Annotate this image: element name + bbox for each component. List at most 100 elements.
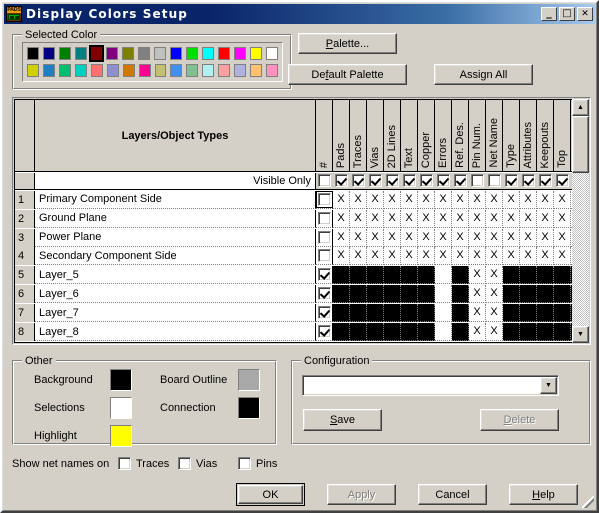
table-row-visible-checkbox[interactable] — [317, 268, 331, 282]
scroll-down-button[interactable]: ▼ — [572, 326, 589, 343]
visible-only-checkbox[interactable] — [539, 174, 552, 188]
table-cell[interactable]: X — [384, 209, 401, 228]
color-swatch[interactable] — [88, 62, 105, 79]
table-cell[interactable] — [367, 266, 384, 285]
color-swatch[interactable] — [216, 45, 233, 62]
table-cell[interactable] — [384, 304, 401, 323]
table-cell[interactable]: X — [418, 247, 435, 266]
minimize-button[interactable]: _ — [541, 7, 557, 21]
table-cell[interactable]: X — [503, 247, 520, 266]
color-swatch[interactable] — [40, 45, 57, 62]
layers-table-grid[interactable]: Layers/Object Types # Pads Traces Vias 2D Lin… — [15, 100, 588, 342]
visible-only-checkbox-cell[interactable] — [469, 172, 486, 190]
visible-only-checkbox-cell[interactable] — [350, 172, 367, 190]
color-swatch[interactable] — [56, 62, 73, 79]
visible-only-checkbox[interactable] — [556, 174, 569, 188]
visible-only-checkbox-cell[interactable] — [435, 172, 452, 190]
table-cell[interactable] — [503, 266, 520, 285]
net-names-vias-option[interactable]: Vias — [178, 457, 217, 470]
visible-only-checkbox[interactable] — [488, 174, 501, 188]
table-cell[interactable]: X — [350, 190, 367, 209]
table-cell[interactable]: X — [435, 228, 452, 247]
table-cell[interactable]: X — [486, 209, 503, 228]
visible-only-checkbox-cell[interactable] — [333, 172, 350, 190]
table-cell[interactable]: X — [503, 190, 520, 209]
table-row-visible-checkbox-cell[interactable] — [316, 190, 333, 209]
table-cell[interactable]: X — [401, 228, 418, 247]
table-cell[interactable]: X — [486, 304, 503, 323]
table-cell[interactable]: X — [486, 323, 503, 342]
visible-only-checkbox-cell[interactable] — [520, 172, 537, 190]
table-cell[interactable] — [435, 266, 452, 285]
color-swatch[interactable] — [136, 62, 153, 79]
color-swatch[interactable] — [72, 45, 89, 62]
table-row-name[interactable]: Secondary Component Side — [35, 247, 316, 266]
net-names-pins-checkbox[interactable] — [238, 457, 251, 470]
table-cell[interactable]: X — [486, 266, 503, 285]
table-cell[interactable] — [537, 304, 554, 323]
table-cell[interactable] — [520, 304, 537, 323]
table-cell[interactable]: X — [503, 209, 520, 228]
visible-only-checkbox[interactable] — [369, 174, 382, 188]
color-swatch[interactable] — [104, 62, 121, 79]
selections-color-button[interactable] — [110, 397, 132, 419]
color-swatch[interactable] — [200, 45, 217, 62]
table-cell[interactable] — [384, 285, 401, 304]
scrollbar-thumb[interactable] — [572, 116, 589, 173]
table-row-visible-checkbox-cell[interactable] — [316, 285, 333, 304]
table-cell[interactable]: X — [350, 247, 367, 266]
table-cell[interactable]: X — [520, 190, 537, 209]
table-cell[interactable]: X — [384, 190, 401, 209]
table-cell[interactable] — [452, 266, 469, 285]
color-swatch[interactable] — [152, 62, 169, 79]
table-cell[interactable] — [554, 304, 571, 323]
net-names-traces-checkbox[interactable] — [118, 457, 131, 470]
net-names-traces-option[interactable]: Traces — [118, 457, 169, 470]
table-cell[interactable]: X — [469, 266, 486, 285]
table-cell[interactable]: X — [333, 209, 350, 228]
color-swatch[interactable] — [104, 45, 121, 62]
color-swatch[interactable] — [56, 45, 73, 62]
palette-button[interactable]: Palette... — [298, 33, 397, 54]
table-cell[interactable]: X — [435, 190, 452, 209]
table-cell[interactable] — [452, 285, 469, 304]
board-outline-color-button[interactable] — [238, 369, 260, 391]
table-cell[interactable]: X — [333, 228, 350, 247]
color-swatch[interactable] — [25, 62, 41, 79]
table-cell[interactable]: X — [418, 190, 435, 209]
table-cell[interactable] — [554, 323, 571, 342]
table-cell[interactable]: X — [350, 209, 367, 228]
table-cell[interactable] — [384, 323, 401, 342]
table-cell[interactable]: X — [554, 247, 571, 266]
visible-only-checkbox-cell[interactable] — [486, 172, 503, 190]
visible-only-checkbox-cell[interactable] — [554, 172, 571, 190]
table-row-visible-checkbox[interactable] — [316, 190, 332, 208]
table-row-name[interactable]: Layer_8 — [35, 323, 316, 342]
table-cell[interactable]: X — [384, 228, 401, 247]
highlight-color-button[interactable] — [110, 425, 132, 447]
table-cell[interactable]: X — [469, 190, 486, 209]
table-cell[interactable]: X — [554, 209, 571, 228]
visible-only-checkbox[interactable] — [437, 174, 450, 188]
visible-only-checkbox-cell[interactable] — [452, 172, 469, 190]
table-cell[interactable] — [435, 323, 452, 342]
visible-only-num-checkbox-cell[interactable] — [316, 172, 333, 190]
table-cell[interactable] — [503, 323, 520, 342]
table-cell[interactable]: X — [452, 190, 469, 209]
color-swatch[interactable] — [216, 62, 233, 79]
table-cell[interactable]: X — [452, 247, 469, 266]
table-cell[interactable] — [384, 266, 401, 285]
resize-grip[interactable] — [582, 496, 594, 508]
table-cell[interactable]: X — [520, 228, 537, 247]
visible-only-checkbox[interactable] — [386, 174, 399, 188]
table-cell[interactable]: X — [418, 228, 435, 247]
table-row-name[interactable]: Primary Component Side — [35, 190, 316, 209]
chevron-down-icon[interactable]: ▼ — [540, 377, 557, 394]
table-cell[interactable]: X — [333, 190, 350, 209]
visible-only-checkbox-cell[interactable] — [367, 172, 384, 190]
table-cell[interactable] — [554, 285, 571, 304]
table-cell[interactable] — [435, 304, 452, 323]
table-cell[interactable]: X — [435, 209, 452, 228]
visible-only-checkbox[interactable] — [522, 174, 535, 188]
color-swatch[interactable] — [264, 62, 280, 79]
